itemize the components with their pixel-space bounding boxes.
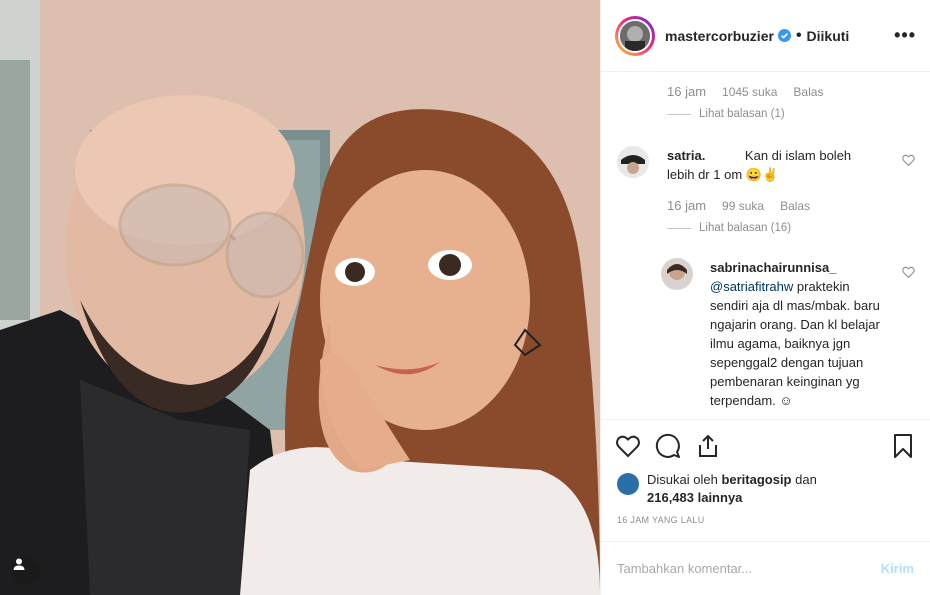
author-avatar-image (620, 20, 650, 51)
view-replies-label: Lihat balasan (1) (699, 108, 785, 120)
comment-likes[interactable]: 1045 suka (722, 85, 777, 99)
likes-count[interactable]: 216,483 lainnya (647, 490, 742, 505)
comment-icon[interactable] (655, 433, 681, 459)
comment-meta: 16 jam 1045 suka Balas (667, 84, 823, 99)
post-timestamp[interactable]: 16 JAM YANG LALU (601, 515, 930, 541)
bookmark-icon[interactable] (890, 433, 916, 459)
commenter-avatar[interactable] (617, 146, 649, 178)
more-options-icon[interactable]: ••• (894, 25, 916, 46)
send-comment-button[interactable]: Kirim (881, 561, 914, 576)
post-photo[interactable] (0, 0, 600, 595)
author-avatar[interactable] (615, 15, 655, 56)
follow-status-button[interactable]: Diikuti (807, 28, 850, 44)
comment-item: satria. Kan di islam boleh lebih dr 1 om… (617, 146, 915, 184)
header-separator: • (795, 26, 802, 44)
liker-avatar[interactable] (617, 473, 639, 495)
view-replies-button[interactable]: Lihat balasan (16) (667, 222, 791, 234)
replier-avatar-image (661, 258, 693, 290)
post-header: mastercorbuzier • Diikuti ••• (601, 0, 930, 72)
likes-summary: Disukai oleh beritagosip dan 216,483 lai… (601, 471, 930, 515)
replier-username[interactable]: sabrinachairunnisa_ (710, 260, 836, 275)
likes-connector: dan (791, 472, 817, 487)
post-side-panel: mastercorbuzier • Diikuti ••• 16 jam 104… (600, 0, 930, 595)
reply-button[interactable]: Balas (780, 199, 810, 213)
instagram-post: mastercorbuzier • Diikuti ••• 16 jam 104… (0, 0, 930, 595)
share-icon[interactable] (695, 433, 721, 459)
mention-link[interactable]: @satriafitrahw (710, 279, 793, 294)
comment-time[interactable]: 16 jam (667, 198, 706, 213)
comments-list[interactable]: 16 jam 1045 suka Balas Lihat balasan (1)… (601, 72, 930, 419)
view-replies-label: Lihat balasan (16) (699, 222, 792, 234)
reply-like-icon[interactable] (902, 266, 915, 278)
liker-username[interactable]: beritagosip (721, 472, 791, 487)
replier-avatar[interactable] (661, 258, 693, 290)
heart-icon[interactable] (615, 433, 641, 459)
action-bar (601, 419, 930, 471)
comment-meta: 16 jam 99 suka Balas (667, 198, 810, 213)
likes-prefix: Disukai oleh (647, 472, 722, 487)
commenter-avatar-image (617, 146, 649, 178)
comment-likes[interactable]: 99 suka (722, 199, 764, 213)
reply-body: sabrinachairunnisa_ @satriafitrahw prakt… (710, 258, 886, 410)
comment-time[interactable]: 16 jam (667, 84, 706, 99)
reply-text: praktekin sendiri aja dl mas/mbak. baru … (710, 279, 880, 408)
selfie-image (0, 0, 600, 595)
view-replies-button[interactable]: Lihat balasan (1) (667, 108, 785, 120)
author-username[interactable]: mastercorbuzier (665, 28, 774, 44)
comment-input[interactable] (617, 561, 881, 576)
add-comment-bar: Kirim (601, 541, 930, 595)
user-tag-button[interactable] (12, 557, 40, 585)
commenter-username[interactable]: satria. (667, 148, 705, 163)
reply-item: sabrinachairunnisa_ @satriafitrahw prakt… (661, 258, 915, 410)
reply-button[interactable]: Balas (793, 85, 823, 99)
comment-like-icon[interactable] (902, 154, 915, 166)
comment-body: satria. Kan di islam boleh lebih dr 1 om… (667, 146, 872, 184)
verified-icon (777, 29, 791, 42)
user-tag-icon (13, 558, 25, 570)
